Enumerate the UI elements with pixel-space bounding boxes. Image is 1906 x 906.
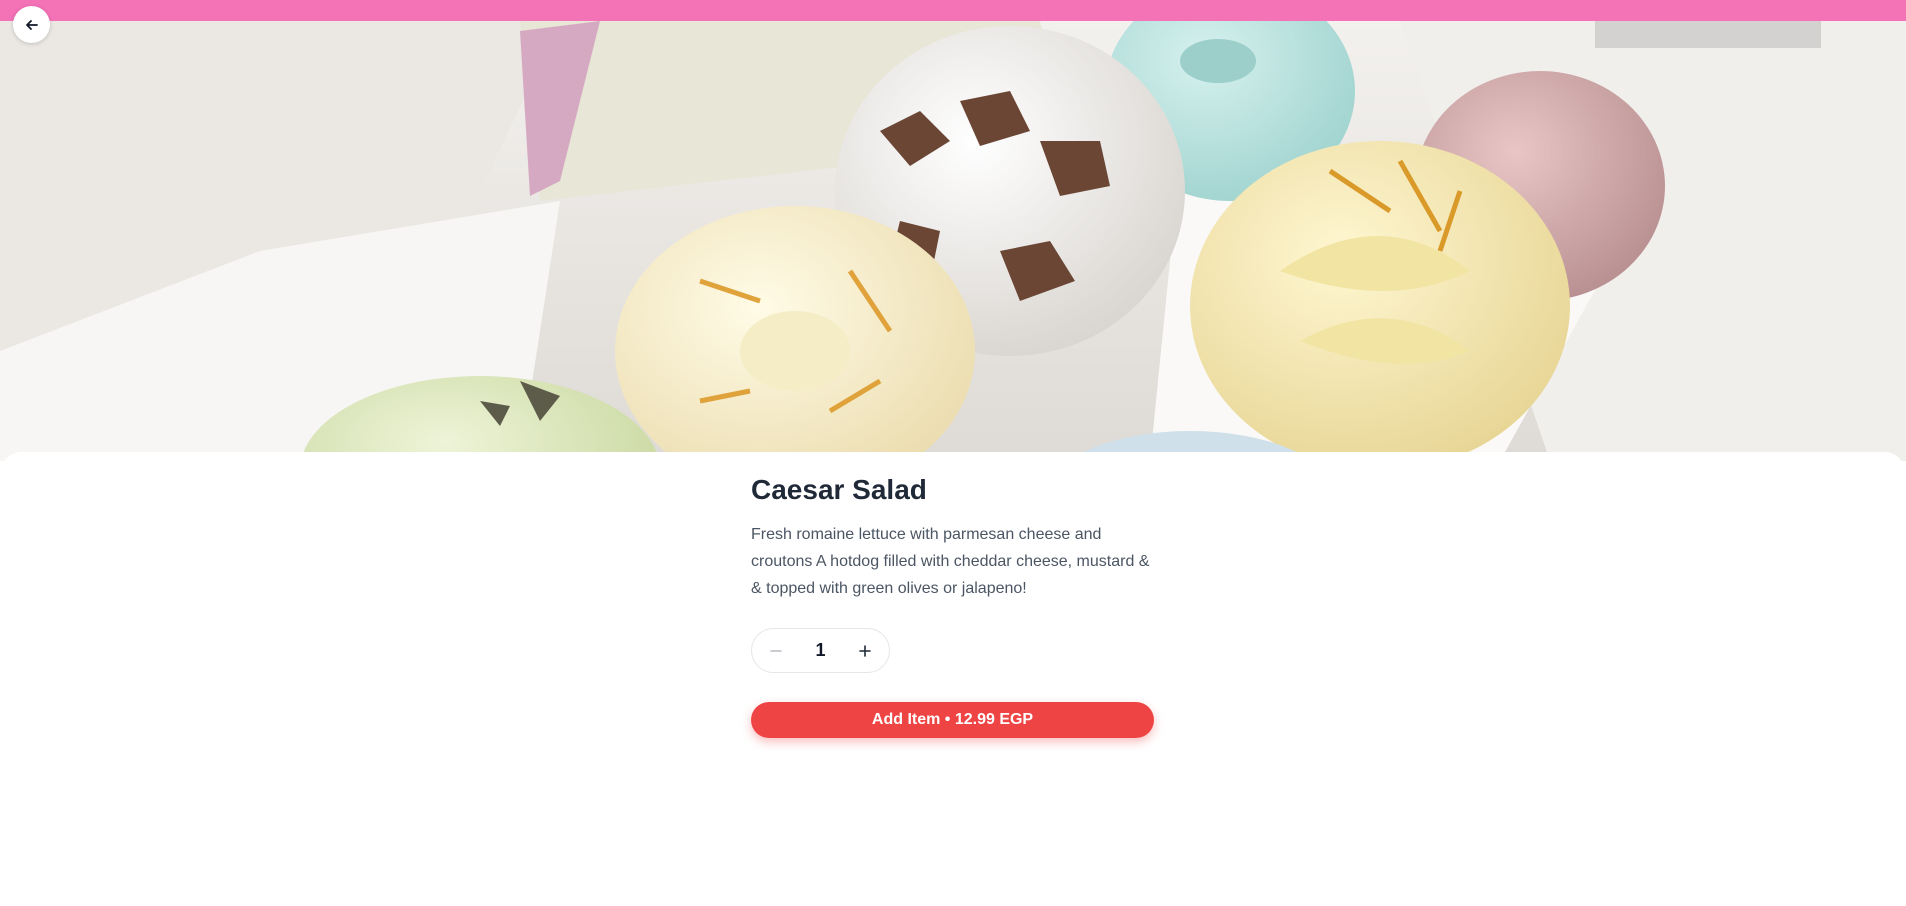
product-content: Caesar Salad Fresh romaine lettuce with … — [751, 473, 1154, 738]
plus-icon — [859, 644, 871, 657]
product-hero-image — [0, 21, 1906, 461]
product-description: Fresh romaine lettuce with parmesan chee… — [751, 526, 1150, 597]
product-detail-sheet: Caesar Salad Fresh romaine lettuce with … — [0, 452, 1906, 906]
minus-icon — [770, 649, 782, 652]
top-accent-bar — [0, 0, 1906, 21]
quantity-value: 1 — [815, 640, 826, 660]
product-title: Caesar Salad — [751, 474, 927, 505]
add-item-button[interactable]: Add Item • 12.99 EGP — [751, 702, 1154, 738]
back-button[interactable] — [13, 6, 50, 43]
increase-quantity-button[interactable] — [851, 637, 879, 665]
quantity-stepper: 1 — [751, 628, 890, 673]
arrow-left-icon — [25, 19, 38, 30]
decrease-quantity-button[interactable] — [762, 637, 790, 665]
image-placeholder-bar — [1595, 21, 1821, 48]
